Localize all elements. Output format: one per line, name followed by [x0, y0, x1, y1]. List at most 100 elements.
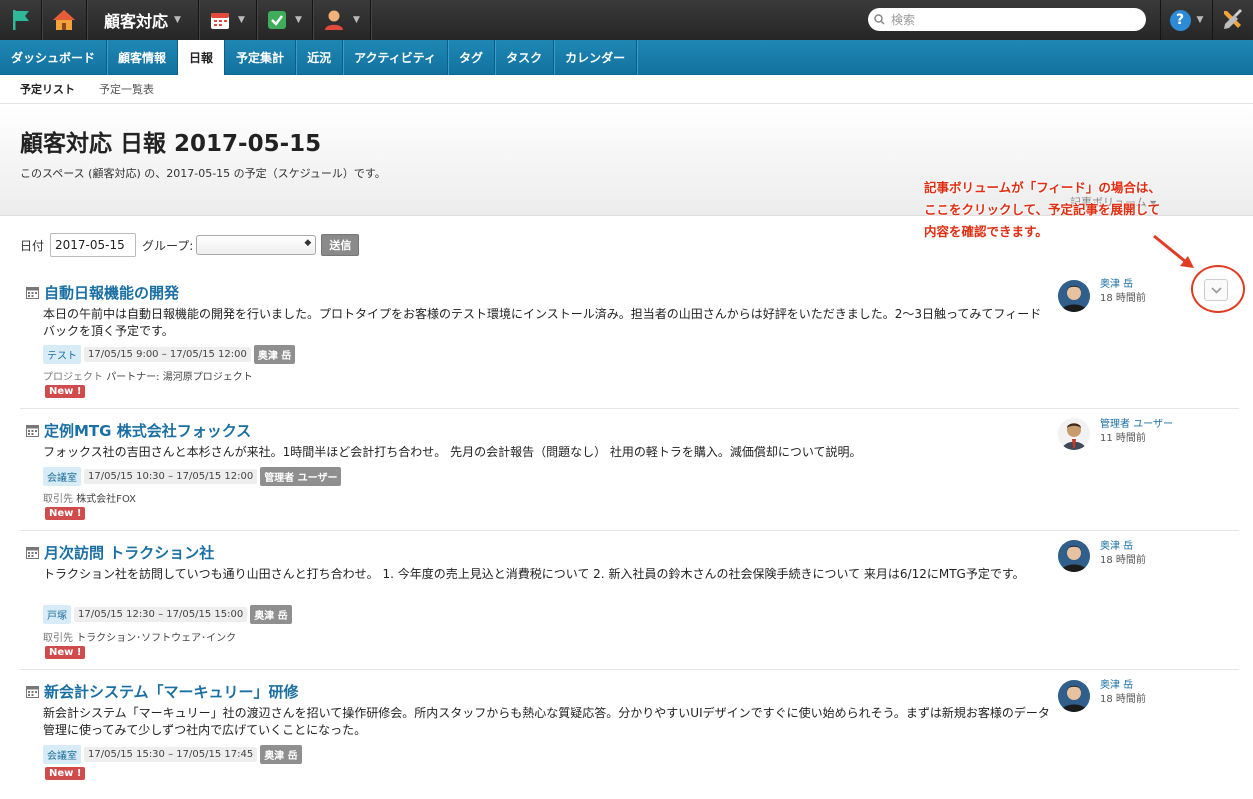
- chevron-down-icon: ▼: [238, 15, 245, 25]
- space-selector[interactable]: 顧客対応 ▼: [87, 0, 199, 40]
- avatar[interactable]: [1058, 418, 1090, 450]
- list-item: 定例MTG 株式会社フォックス フォックス社の吉田さんと本杉さんが来社。1時間半…: [20, 410, 1239, 531]
- avatar-default-user-icon: [1058, 418, 1090, 450]
- annotation-line: ここをクリックして、予定記事を展開して: [924, 202, 1161, 217]
- item-title-link[interactable]: 月次訪問 トラクション社: [44, 542, 214, 563]
- chevron-down-icon: ▼: [295, 15, 302, 25]
- tab-recent[interactable]: 近況: [296, 40, 344, 75]
- extra-value[interactable]: 株式会社FOX: [76, 494, 136, 505]
- tab-tasks[interactable]: タスク: [495, 40, 555, 75]
- tab-schedule-summary[interactable]: 予定集計: [225, 40, 297, 75]
- tab-customer-info[interactable]: 顧客情報: [107, 40, 179, 75]
- extra-key: プロジェクト: [43, 372, 103, 383]
- tab-daily-report[interactable]: 日報: [178, 40, 226, 75]
- help-menu[interactable]: ? ▼: [1160, 0, 1212, 40]
- calendar-icon: [26, 287, 39, 299]
- search-box[interactable]: [868, 8, 1146, 31]
- item-title-link[interactable]: 定例MTG 株式会社フォックス: [44, 420, 251, 441]
- tab-calendar[interactable]: カレンダー: [554, 40, 638, 75]
- author-time: 18 時間前: [1100, 694, 1146, 705]
- avatar-photo-icon: [1058, 540, 1090, 572]
- author-time: 18 時間前: [1100, 555, 1146, 566]
- task-menu[interactable]: ▼: [257, 0, 313, 40]
- page-title: 顧客対応 日報 2017-05-15: [20, 131, 322, 157]
- author-info: 奥津 岳 18 時間前: [1100, 278, 1146, 306]
- extra-key: 取引先: [43, 633, 73, 644]
- calendar-icon: [26, 547, 39, 559]
- author-name[interactable]: 奥津 岳: [1100, 679, 1146, 693]
- extra-key: 取引先: [43, 494, 73, 505]
- avatar-photo-icon: [1058, 280, 1090, 312]
- datetime-badge: 17/05/15 9:00 – 17/05/15 12:00: [84, 347, 251, 362]
- datetime-badge: 17/05/15 15:30 – 17/05/15 17:45: [84, 747, 258, 762]
- home-icon: [53, 10, 75, 30]
- item-body: 新会計システム「マーキュリー」社の渡辺さんを招いて操作研修会。所内スタッフからも…: [43, 706, 1050, 737]
- author-name[interactable]: 奥津 岳: [1100, 540, 1146, 554]
- tab-dashboard[interactable]: ダッシュボード: [0, 40, 108, 75]
- flag-icon: [12, 10, 29, 30]
- avatar[interactable]: [1058, 680, 1090, 712]
- calendar-icon: [211, 13, 230, 29]
- annotation-line: 記事ボリュームが「フィード」の場合は、: [924, 180, 1161, 195]
- chevron-down-icon: ▼: [1196, 15, 1204, 25]
- main-nav: ダッシュボード 顧客情報 日報 予定集計 近況 アクティビティ タグ タスク カ…: [0, 40, 1253, 75]
- user-icon: [325, 10, 344, 30]
- author-name[interactable]: 奥津 岳: [1100, 278, 1146, 292]
- item-body: 本日の午前中は自動日報機能の開発を行いました。プロトタイプをお客様のテスト環境に…: [43, 307, 1042, 338]
- location-tag[interactable]: 会議室: [43, 745, 81, 764]
- item-title-link[interactable]: 自動日報機能の開発: [44, 282, 179, 303]
- tools-icon: [1224, 9, 1242, 29]
- author-time: 11 時間前: [1100, 433, 1146, 444]
- chevron-down-icon: ▼: [174, 15, 181, 25]
- annotation-arrow-icon: [1153, 234, 1194, 268]
- date-label: 日付: [20, 238, 45, 253]
- submit-button[interactable]: 送信: [321, 234, 360, 256]
- new-badge: New !: [45, 507, 86, 520]
- date-input[interactable]: [50, 233, 137, 257]
- checkbox-icon: [268, 11, 287, 29]
- tab-tags[interactable]: タグ: [448, 40, 496, 75]
- page-description: このスペース (顧客対応) の、2017-05-15 の予定（スケジュール）です…: [20, 167, 386, 180]
- search-input[interactable]: [891, 12, 1131, 27]
- owner-badge[interactable]: 管理者 ユーザー: [260, 467, 342, 486]
- location-tag[interactable]: 戸塚: [43, 605, 71, 624]
- search-icon: [874, 14, 885, 25]
- home-button[interactable]: [42, 0, 87, 40]
- owner-badge[interactable]: 奥津 岳: [250, 605, 292, 624]
- sub-nav: 予定リスト 予定一覧表: [0, 75, 1253, 104]
- app-logo[interactable]: [0, 0, 42, 40]
- subtab-schedule-table[interactable]: 予定一覧表: [99, 81, 154, 97]
- location-tag[interactable]: 会議室: [43, 467, 81, 486]
- user-menu[interactable]: ▼: [313, 0, 371, 40]
- datetime-badge: 17/05/15 10:30 – 17/05/15 12:00: [84, 469, 258, 484]
- avatar-photo-icon: [1058, 680, 1090, 712]
- calendar-icon: [26, 425, 39, 437]
- item-title-link[interactable]: 新会計システム「マーキュリー」研修: [44, 681, 299, 702]
- item-extra: プロジェクト パートナー: 湯河原プロジェクト: [43, 368, 253, 383]
- chevron-down-icon: ▼: [353, 15, 360, 25]
- filter-form: 日付 グループ: 送信: [20, 233, 360, 257]
- item-extra: 取引先 トラクション･ソフトウェア･インク: [43, 629, 236, 644]
- owner-badge[interactable]: 奥津 岳: [260, 745, 302, 764]
- author-time: 18 時間前: [1100, 293, 1146, 304]
- author-info: 管理者 ユーザー 11 時間前: [1100, 418, 1173, 446]
- group-select[interactable]: [196, 235, 317, 255]
- group-label: グループ:: [142, 238, 194, 253]
- subtab-schedule-list[interactable]: 予定リスト: [20, 81, 75, 97]
- author-name[interactable]: 管理者 ユーザー: [1100, 418, 1173, 432]
- author-info: 奥津 岳 18 時間前: [1100, 540, 1146, 568]
- calendar-menu[interactable]: ▼: [199, 0, 257, 40]
- top-bar: 顧客対応 ▼ ▼ ▼ ▼ ? ▼: [0, 0, 1253, 40]
- datetime-badge: 17/05/15 12:30 – 17/05/15 15:00: [74, 607, 248, 622]
- owner-badge[interactable]: 奥津 岳: [253, 345, 296, 364]
- avatar[interactable]: [1058, 540, 1090, 572]
- extra-value[interactable]: パートナー: 湯河原プロジェクト: [106, 372, 253, 383]
- tab-activity[interactable]: アクティビティ: [343, 40, 449, 75]
- settings-button[interactable]: [1212, 0, 1253, 40]
- list-item: 新会計システム「マーキュリー」研修 新会計システム「マーキュリー」社の渡辺さんを…: [20, 671, 1239, 799]
- avatar[interactable]: [1058, 280, 1090, 312]
- new-badge: New !: [45, 385, 86, 398]
- extra-value[interactable]: トラクション･ソフトウェア･インク: [76, 633, 236, 644]
- location-tag[interactable]: テスト: [43, 345, 81, 364]
- list-item: 月次訪問 トラクション社 トラクション社を訪問していつも通り山田さんと打ち合わせ…: [20, 532, 1239, 670]
